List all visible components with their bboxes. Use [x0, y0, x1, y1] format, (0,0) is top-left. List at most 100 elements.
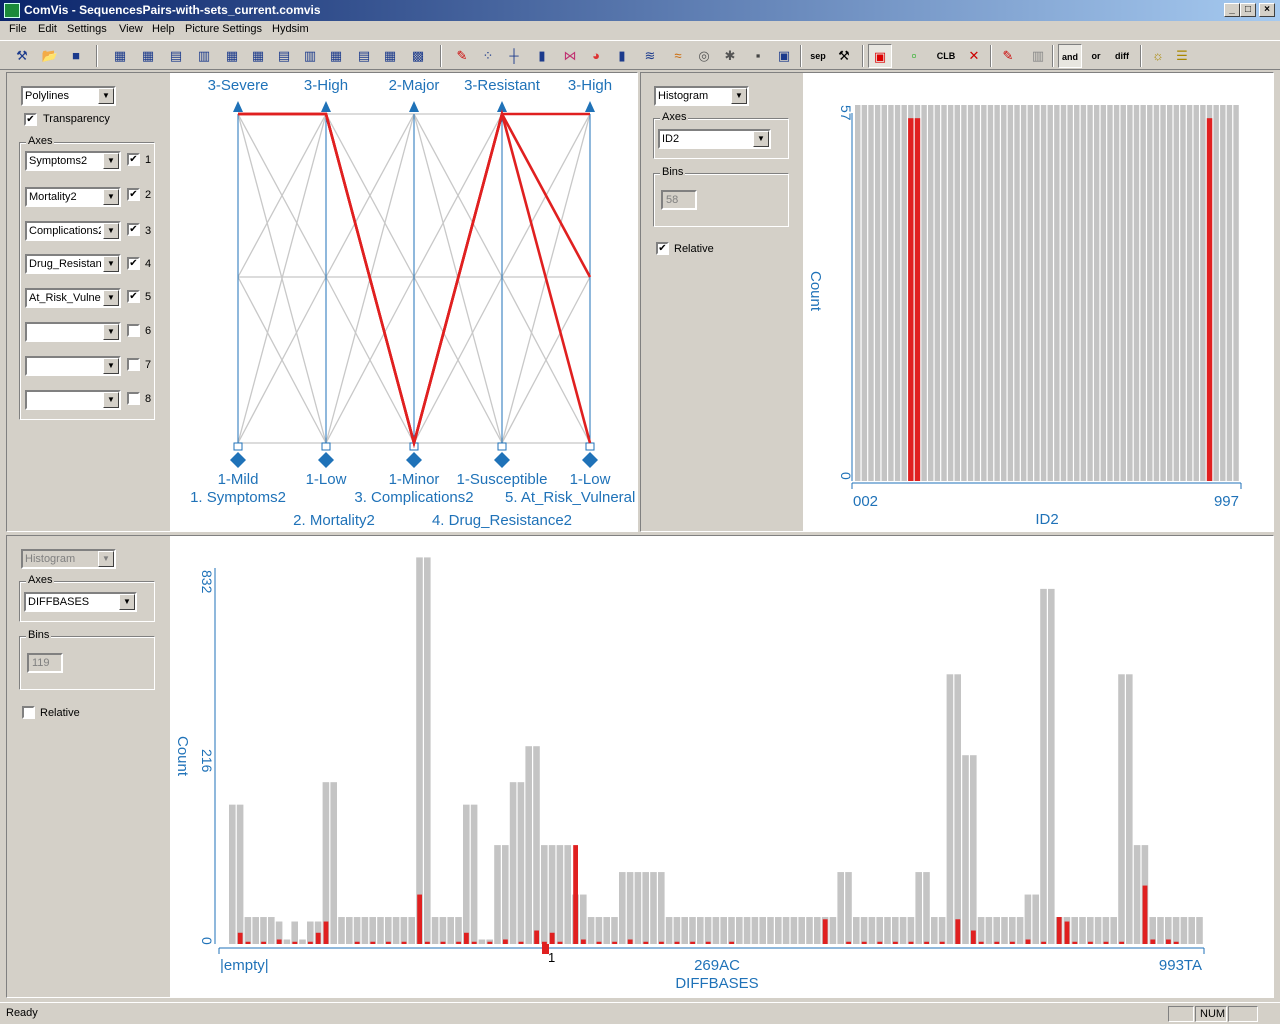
gradient-icon[interactable]: ▥ [1026, 44, 1050, 68]
parallel-coords-svg[interactable]: 3-Severe 3-High 2-Major 3-Resistant 3-Hi… [170, 73, 637, 531]
axis-checkbox-8[interactable] [127, 392, 140, 405]
id2-histogram-svg[interactable]: 57 0 Count 002 997 ID2 [803, 73, 1273, 531]
layout-8-icon[interactable]: ▥ [298, 44, 322, 68]
pc-axis-top-arrow-2[interactable] [321, 101, 331, 112]
id2-bar-36 [1093, 105, 1100, 481]
diffbases-selected-bar-30 [464, 932, 469, 944]
axis-select-7[interactable]: ▼ [25, 356, 121, 376]
diffbases-histogram-svg[interactable]: 1 832 216 0 Count |empty| 269AC 993TA DI… [170, 536, 1273, 997]
view-type-select[interactable]: Polylines ▼ [21, 86, 116, 106]
bottom-relative-checkbox[interactable] [22, 706, 35, 719]
pc-axis-bottom-diamond-3[interactable] [406, 452, 422, 468]
id2-bar-13 [941, 105, 947, 481]
and-button[interactable]: and [1058, 44, 1082, 68]
pie-chart-icon[interactable]: ◕ [584, 44, 608, 68]
axis-checkbox-5[interactable]: ✔ [127, 290, 140, 303]
axis-checkbox-6[interactable] [127, 324, 140, 337]
parallel-plot-area[interactable]: 3-Severe 3-High 2-Major 3-Resistant 3-Hi… [170, 73, 637, 531]
save-icon[interactable]: ■ [64, 44, 88, 68]
menu-hydsim[interactable]: Hydsim [272, 23, 309, 35]
axis-select-6[interactable]: ▼ [25, 322, 121, 342]
diffbases-selected-bar-11 [315, 932, 321, 944]
axis-number-5: 5 [145, 291, 152, 303]
axis-select-4[interactable]: Drug_Resistanc ▼ [25, 254, 121, 274]
clear-selection-icon[interactable]: ✕ [962, 44, 986, 68]
axis-select-1[interactable]: Symptoms2 ▼ [25, 151, 121, 171]
axis-checkbox-2[interactable]: ✔ [127, 188, 140, 201]
menu-edit[interactable]: Edit [38, 23, 57, 35]
parallel-coords-icon[interactable]: ⋈ [558, 44, 582, 68]
axis-checkbox-4[interactable]: ✔ [127, 257, 140, 270]
axis-select-2[interactable]: Mortality2 ▼ [25, 187, 121, 207]
area-chart-icon[interactable]: ≈ [666, 44, 690, 68]
pc-axis-handle-4[interactable] [497, 442, 507, 451]
pc-axis-handle-5[interactable] [585, 442, 595, 451]
sun-icon[interactable]: ☼ [1146, 44, 1170, 68]
pc-axis-top-arrow-3[interactable] [409, 101, 419, 112]
minimize-button[interactable]: _ [1224, 3, 1240, 17]
sep-button[interactable]: sep [806, 44, 830, 68]
axis-checkbox-3[interactable]: ✔ [127, 223, 140, 236]
diff-button[interactable]: diff [1110, 44, 1134, 68]
bar-chart-icon[interactable]: ▮ [530, 44, 554, 68]
dv-icon[interactable]: ▩ [406, 44, 430, 68]
pc-axis-bottom-diamond-1[interactable] [230, 452, 246, 468]
line-chart-icon[interactable]: ≋ [638, 44, 662, 68]
axis-checkbox-1[interactable]: ✔ [127, 153, 140, 166]
pc-axis-bottom-diamond-4[interactable] [494, 452, 510, 468]
menu-help[interactable]: Help [152, 23, 175, 35]
wizard-icon[interactable]: ⚒ [10, 44, 34, 68]
axes-icon[interactable]: ┼ [502, 44, 526, 68]
maximize-button[interactable]: □ [1240, 3, 1256, 17]
bottom-view-type-select[interactable]: Histogram ▼ [21, 549, 116, 569]
menu-view[interactable]: View [119, 23, 143, 35]
pc-axis-bottom-diamond-2[interactable] [318, 452, 334, 468]
list-icon[interactable]: ☰ [1170, 44, 1194, 68]
open-folder-icon[interactable]: 📂 [38, 44, 62, 68]
pc-axis-bottom-diamond-5[interactable] [582, 452, 598, 468]
network-icon[interactable]: ✱ [718, 44, 742, 68]
layout-1-icon[interactable]: ▦ [108, 44, 132, 68]
layout-6-icon[interactable]: ▦ [246, 44, 270, 68]
diffbases-bar-77 [829, 917, 837, 944]
close-button[interactable]: × [1259, 3, 1275, 17]
menu-file[interactable]: File [9, 23, 27, 35]
axis-checkbox-7[interactable] [127, 358, 140, 371]
or-button[interactable]: or [1084, 44, 1108, 68]
scatter-icon[interactable]: ⁘ [476, 44, 500, 68]
clb-button[interactable]: CLB [934, 44, 958, 68]
right-axis-select[interactable]: ID2 ▼ [658, 129, 771, 149]
transparency-checkbox[interactable]: ✔ [24, 113, 37, 126]
id2-plot-area[interactable]: 57 0 Count 002 997 ID2 [803, 73, 1273, 531]
axis-select-8[interactable]: ▼ [25, 390, 121, 410]
brush-icon[interactable]: ✎ [450, 44, 474, 68]
layout-10-icon[interactable]: ▤ [352, 44, 376, 68]
pc-axis-top-arrow-5[interactable] [585, 101, 595, 112]
right-view-type-select[interactable]: Histogram ▼ [654, 86, 749, 106]
axis-select-5[interactable]: At_Risk_Vulnera▼ [25, 288, 121, 308]
layout-7-icon[interactable]: ▤ [272, 44, 296, 68]
layout-2-icon[interactable]: ▦ [136, 44, 160, 68]
layout-4-icon[interactable]: ▥ [192, 44, 216, 68]
map-icon[interactable]: ▪ [746, 44, 770, 68]
hammer-icon[interactable]: ⚒ [832, 44, 856, 68]
layout-11-icon[interactable]: ▦ [378, 44, 402, 68]
brush-settings-icon[interactable]: ✎ [996, 44, 1020, 68]
diffbases-plot-area[interactable]: 1 832 216 0 Count |empty| 269AC 993TA DI… [170, 536, 1273, 997]
pc-axis-handle-1[interactable] [233, 442, 243, 451]
green-boxes-icon[interactable]: ▫ [902, 44, 926, 68]
histogram-icon[interactable]: ▮ [610, 44, 634, 68]
layout-5-icon[interactable]: ▦ [220, 44, 244, 68]
bottom-axis-select[interactable]: DIFFBASES ▼ [24, 592, 137, 612]
menu-picture-settings[interactable]: Picture Settings [185, 23, 262, 35]
pc-axis-handle-2[interactable] [321, 442, 331, 451]
layout-9-icon[interactable]: ▦ [324, 44, 348, 68]
menu-settings[interactable]: Settings [67, 23, 107, 35]
matrix-icon[interactable]: ▣ [772, 44, 796, 68]
pc-axis-top-arrow-1[interactable] [233, 101, 243, 112]
red-boxes-icon[interactable]: ▣ [868, 44, 892, 68]
spiral-icon[interactable]: ◎ [692, 44, 716, 68]
axis-select-3[interactable]: Complications2 ▼ [25, 221, 121, 241]
layout-3-icon[interactable]: ▤ [164, 44, 188, 68]
right-relative-checkbox[interactable]: ✔ [656, 242, 669, 255]
